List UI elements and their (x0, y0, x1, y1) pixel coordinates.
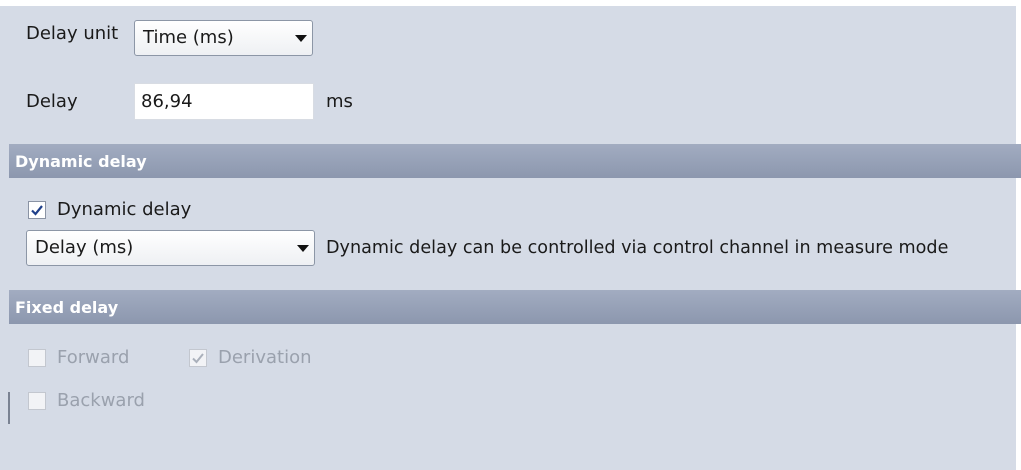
check-mark-icon (192, 353, 204, 364)
dynamic-delay-checkbox[interactable] (28, 201, 46, 219)
backward-checkbox[interactable] (28, 392, 46, 410)
dynamic-delay-info-text: Dynamic delay can be controlled via cont… (326, 238, 949, 258)
chevron-down-icon (292, 231, 314, 265)
forward-checkbox[interactable] (28, 349, 46, 367)
delay-unit-dropdown[interactable]: Time (ms) (134, 20, 313, 56)
forward-checkbox-label[interactable]: Forward (57, 347, 129, 369)
check-mark-icon (31, 205, 43, 216)
derivation-checkbox-label[interactable]: Derivation (218, 347, 312, 369)
delay-label: Delay (26, 91, 78, 112)
delay-unit-suffix: ms (326, 91, 353, 112)
derivation-checkbox[interactable] (189, 349, 207, 367)
dynamic-delay-section-header: Dynamic delay (9, 144, 1021, 178)
delay-value: 86,94 (141, 91, 193, 112)
dynamic-delay-section-title: Dynamic delay (15, 151, 147, 171)
fixed-delay-section-title: Fixed delay (15, 297, 119, 317)
top-edge (0, 0, 1021, 6)
right-edge (1016, 0, 1021, 470)
fixed-delay-section-header: Fixed delay (9, 290, 1021, 324)
dynamic-delay-checkbox-label[interactable]: Dynamic delay (57, 199, 191, 221)
chevron-down-icon (290, 21, 312, 55)
backward-checkbox-label[interactable]: Backward (57, 390, 145, 412)
left-edge-marker (8, 392, 10, 424)
dynamic-delay-source-dropdown[interactable]: Delay (ms) (26, 230, 315, 266)
delay-input[interactable]: 86,94 (134, 83, 314, 120)
dynamic-delay-source-selected: Delay (ms) (35, 237, 134, 258)
delay-unit-selected: Time (ms) (143, 27, 234, 48)
delay-unit-label: Delay unit (26, 23, 119, 44)
